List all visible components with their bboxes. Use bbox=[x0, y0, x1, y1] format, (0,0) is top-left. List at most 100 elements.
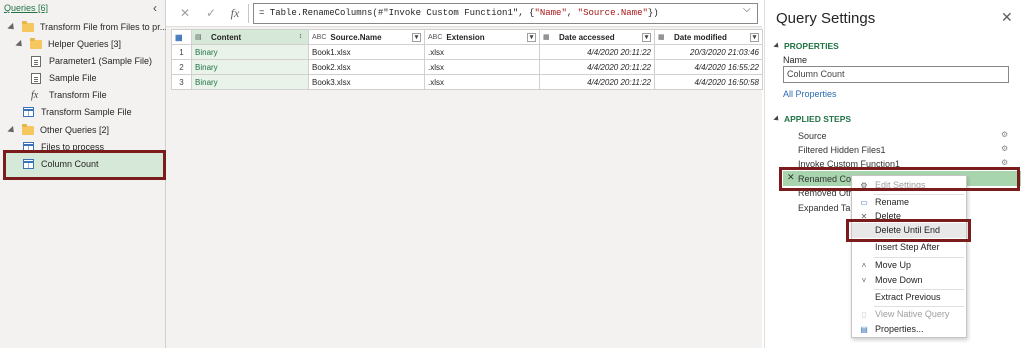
fx-icon[interactable]: fx bbox=[226, 4, 244, 22]
all-properties-link[interactable]: All Properties bbox=[783, 89, 837, 99]
folder-label: Transform File from Files to pr... bbox=[40, 22, 168, 32]
formula-string-2: "Source.Name" bbox=[577, 8, 648, 18]
row-number[interactable]: 1 bbox=[171, 44, 192, 60]
annotation-box-delete-until-end bbox=[846, 219, 971, 242]
folder-icon bbox=[22, 20, 34, 32]
folder-icon bbox=[22, 123, 34, 135]
datetime-type-icon[interactable]: ▦ bbox=[658, 33, 670, 41]
cancel-icon[interactable]: ✕ bbox=[176, 4, 194, 22]
formula-suffix: }) bbox=[647, 8, 659, 18]
column-header-source-name[interactable]: ABC Source.Name ▾ bbox=[308, 29, 425, 45]
collapse-pane-icon[interactable]: ‹ bbox=[153, 1, 157, 15]
menu-move-down[interactable]: ˅ Move Down bbox=[852, 273, 966, 288]
menu-extract-previous[interactable]: Extract Previous bbox=[852, 290, 966, 305]
menu-rename[interactable]: ▭ Rename bbox=[852, 195, 966, 210]
data-grid: ▦ ▤ Content ↕ ABC Source.Name ▾ ABC Extension… bbox=[171, 29, 763, 90]
query-sample-file[interactable]: Sample File bbox=[31, 70, 97, 86]
query-parameter1[interactable]: Parameter1 (Sample File) bbox=[31, 53, 152, 69]
filter-dropdown-icon[interactable]: ▾ bbox=[412, 32, 421, 42]
collapse-arrow-icon[interactable] bbox=[773, 115, 781, 123]
column-header-date-modified[interactable]: ▦ Date modified ▾ bbox=[654, 29, 763, 45]
formula-string-1: "Name" bbox=[534, 8, 567, 18]
menu-insert-step-after[interactable]: Insert Step After bbox=[852, 240, 966, 255]
cell-content[interactable]: Binary bbox=[191, 59, 309, 75]
menu-label: Extract Previous bbox=[875, 292, 941, 302]
expand-triangle-icon[interactable] bbox=[7, 125, 17, 135]
cell-date-modified[interactable]: 4/4/2020 16:50:58 bbox=[654, 74, 763, 90]
step-expanded-table[interactable]: Expanded Tabl bbox=[798, 201, 857, 215]
cell-content[interactable]: Binary bbox=[191, 74, 309, 90]
cell-content[interactable]: Binary bbox=[191, 44, 309, 60]
query-name-input[interactable]: Column Count bbox=[783, 66, 1009, 83]
properties-section-header[interactable]: PROPERTIES bbox=[773, 41, 839, 51]
cell-date-modified[interactable]: 4/4/2020 16:55:22 bbox=[654, 59, 763, 75]
text-type-icon[interactable]: ABC bbox=[312, 34, 326, 41]
collapse-arrow-icon[interactable] bbox=[773, 42, 781, 50]
folder-transform-file[interactable]: Transform File from Files to pr... bbox=[7, 19, 168, 35]
menu-view-native-query[interactable]: ▯ View Native Query bbox=[852, 307, 966, 322]
column-header-extension[interactable]: ABC Extension ▾ bbox=[424, 29, 540, 45]
move-up-icon: ˄ bbox=[861, 261, 867, 270]
column-header-label: Source.Name bbox=[330, 32, 382, 42]
cell-date-accessed[interactable]: 4/4/2020 20:11:22 bbox=[539, 74, 655, 90]
gear-icon[interactable]: ⚙ bbox=[1001, 144, 1008, 153]
formula-bar: ✕ ✓ fx = Table.RenameColumns(#"Invoke Cu… bbox=[166, 0, 762, 27]
grid-header-row: ▦ ▤ Content ↕ ABC Source.Name ▾ ABC Extension… bbox=[171, 29, 763, 45]
query-transform-file[interactable]: fx Transform File bbox=[31, 87, 107, 103]
folder-helper-queries[interactable]: Helper Queries [3] bbox=[15, 36, 121, 52]
cell-date-modified[interactable]: 20/3/2020 21:03:46 bbox=[654, 44, 763, 60]
column-header-label: Date modified bbox=[674, 32, 727, 42]
gear-icon[interactable]: ⚙ bbox=[1001, 158, 1008, 167]
table-icon bbox=[23, 107, 34, 117]
row-number[interactable]: 2 bbox=[171, 59, 192, 75]
formula-input[interactable]: = Table.RenameColumns(#"Invoke Custom Fu… bbox=[253, 3, 758, 24]
sort-icon[interactable]: ↕ bbox=[296, 33, 305, 42]
text-type-icon[interactable]: ABC bbox=[428, 34, 442, 41]
expand-formula-icon[interactable]: ⌵ bbox=[743, 4, 751, 15]
section-title: PROPERTIES bbox=[784, 41, 839, 51]
cell-source-name[interactable]: Book3.xlsx bbox=[308, 74, 425, 90]
datetime-type-icon[interactable]: ▦ bbox=[543, 33, 555, 41]
move-down-icon: ˅ bbox=[861, 276, 867, 285]
filter-dropdown-icon[interactable]: ▾ bbox=[750, 32, 759, 42]
table-row: 1 Binary Book1.xlsx .xlsx 4/4/2020 20:11… bbox=[171, 44, 763, 60]
close-icon[interactable]: ✕ bbox=[1001, 9, 1013, 26]
cell-extension[interactable]: .xlsx bbox=[424, 59, 540, 75]
filter-dropdown-icon[interactable]: ▾ bbox=[642, 32, 651, 42]
cell-date-accessed[interactable]: 4/4/2020 20:11:22 bbox=[539, 44, 655, 60]
expand-triangle-icon[interactable] bbox=[7, 22, 17, 32]
table-row: 2 Binary Book2.xlsx .xlsx 4/4/2020 20:11… bbox=[171, 59, 763, 75]
function-icon: fx bbox=[31, 89, 39, 101]
table-menu-icon[interactable]: ▦ bbox=[171, 29, 192, 45]
commit-icon[interactable]: ✓ bbox=[202, 4, 220, 22]
menu-move-up[interactable]: ˄ Move Up bbox=[852, 258, 966, 273]
menu-properties[interactable]: ▤ Properties... bbox=[852, 322, 966, 337]
applied-steps-section-header[interactable]: APPLIED STEPS bbox=[773, 114, 851, 124]
menu-label: Move Down bbox=[875, 275, 923, 285]
formula-divider bbox=[248, 4, 249, 23]
binary-type-icon[interactable]: ▤ bbox=[195, 33, 207, 41]
column-header-date-accessed[interactable]: ▦ Date accessed ▾ bbox=[539, 29, 655, 45]
expand-triangle-icon[interactable] bbox=[15, 39, 25, 49]
query-transform-sample-file[interactable]: Transform Sample File bbox=[23, 104, 132, 120]
cell-extension[interactable]: .xlsx bbox=[424, 74, 540, 90]
query-label: Transform File bbox=[49, 90, 107, 100]
queries-count-header[interactable]: Queries [6] bbox=[4, 3, 48, 13]
folder-label: Other Queries [2] bbox=[40, 125, 110, 135]
step-source[interactable]: Source bbox=[798, 129, 827, 143]
cell-source-name[interactable]: Book1.xlsx bbox=[308, 44, 425, 60]
folder-other-queries[interactable]: Other Queries [2] bbox=[7, 122, 110, 138]
cell-source-name[interactable]: Book2.xlsx bbox=[308, 59, 425, 75]
gear-icon[interactable]: ⚙ bbox=[1001, 130, 1008, 139]
column-header-content[interactable]: ▤ Content ↕ bbox=[191, 29, 309, 45]
cell-date-accessed[interactable]: 4/4/2020 20:11:22 bbox=[539, 59, 655, 75]
cell-extension[interactable]: .xlsx bbox=[424, 44, 540, 60]
row-number[interactable]: 3 bbox=[171, 74, 192, 90]
annotation-box-column-count bbox=[3, 150, 166, 180]
rename-icon: ▭ bbox=[860, 198, 868, 207]
menu-label: Rename bbox=[875, 197, 910, 207]
menu-label: View Native Query bbox=[875, 309, 950, 319]
properties-icon: ▤ bbox=[860, 325, 868, 334]
step-filtered-hidden-files[interactable]: Filtered Hidden Files1 bbox=[798, 143, 886, 157]
filter-dropdown-icon[interactable]: ▾ bbox=[527, 32, 536, 42]
